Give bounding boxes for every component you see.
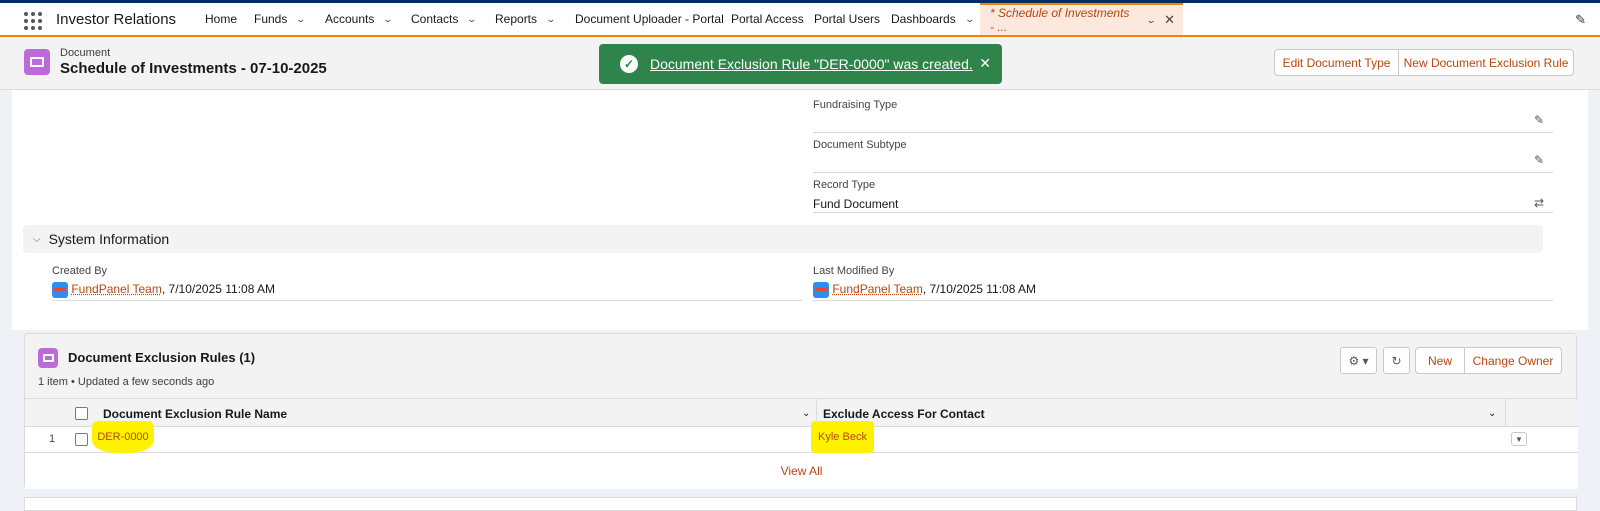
related-list-subtitle: 1 item • Updated a few seconds ago <box>38 376 215 388</box>
document-exclusion-rules-related-list: Document Exclusion Rules (1) 1 item • Up… <box>24 333 1578 489</box>
field-label: Last Modified By <box>813 265 895 277</box>
record-object-type: Document <box>60 47 111 59</box>
document-icon <box>38 348 58 368</box>
edit-nav-icon[interactable]: ✎ <box>1575 12 1586 28</box>
table-header: Document Exclusion Rule Name ⌄ Exclude A… <box>25 398 1578 428</box>
tab-active-record[interactable]: * Schedule of Investments - ... ⌄ ✕ <box>980 3 1183 35</box>
app-launcher-icon[interactable] <box>24 12 42 30</box>
row-checkbox[interactable] <box>75 433 88 446</box>
field-divider <box>813 172 1553 173</box>
page-title: Schedule of Investments - 07-10-2025 <box>60 60 327 77</box>
close-icon[interactable]: ✕ <box>979 55 991 72</box>
field-label: Record Type <box>813 179 876 191</box>
toast-message[interactable]: Document Exclusion Rule "DER-0000" was c… <box>650 56 973 72</box>
change-record-type-icon[interactable]: ⇄ <box>1534 196 1544 210</box>
change-owner-button[interactable]: Change Owner <box>1464 347 1562 374</box>
record-detail-card: Fundraising Type ✎ Document Subtype ✎ Re… <box>12 90 1588 330</box>
user-avatar-icon <box>52 282 68 298</box>
nav-item-funds[interactable]: Funds ⌄ <box>254 3 307 35</box>
chevron-down-icon[interactable]: ⌄ <box>546 14 557 25</box>
view-all-link[interactable]: View All <box>25 453 1578 489</box>
edit-pencil-icon[interactable]: ✎ <box>1534 153 1544 167</box>
fundraising-type-field: Fundraising Type <box>813 99 897 117</box>
nav-item-label: Funds <box>254 12 288 26</box>
column-header-name[interactable]: Document Exclusion Rule Name <box>103 407 287 421</box>
field-divider <box>52 300 802 301</box>
nav-item-reports[interactable]: Reports ⌄ <box>495 3 557 35</box>
chevron-down-icon[interactable]: ⌵ <box>33 234 41 245</box>
nav-item-portal-users[interactable]: Portal Users <box>814 3 880 35</box>
section-title: System Information <box>48 231 170 247</box>
nav-item-accounts[interactable]: Accounts ⌄ <box>325 3 394 35</box>
field-label: Document Subtype <box>813 139 907 151</box>
tab-label: * Schedule of Investments - ... <box>990 6 1130 34</box>
table-row: 1 DER-0000 Kyle Beck ▼ <box>25 421 1578 453</box>
nav-item-label: Accounts <box>325 12 375 26</box>
nav-item-label: Dashboards <box>891 12 956 26</box>
last-modified-date: , 7/10/2025 11:08 AM <box>922 282 1037 297</box>
created-date: , 7/10/2025 11:08 AM <box>161 282 276 297</box>
edit-document-type-button[interactable]: Edit Document Type <box>1274 49 1399 76</box>
document-icon <box>24 49 50 75</box>
chevron-down-icon[interactable]: ⌄ <box>964 14 975 25</box>
success-toast: ✓ Document Exclusion Rule "DER-0000" was… <box>599 44 1002 84</box>
nav-item-label: Home <box>205 12 238 26</box>
record-type-field: Record Type Fund Document <box>813 179 898 211</box>
chevron-down-icon[interactable]: ⌄ <box>296 14 307 25</box>
last-modified-by-field: Last Modified By FundPanel Team, 7/10/20… <box>813 265 1036 298</box>
list-settings-gear-icon[interactable]: ⚙ ▾ <box>1340 347 1377 374</box>
refresh-icon[interactable]: ↻ <box>1383 347 1410 374</box>
new-button[interactable]: New <box>1415 347 1465 374</box>
nav-item-portal-access[interactable]: Portal Access <box>731 3 804 35</box>
nav-item-label: Document Uploader - Portal <box>575 12 724 26</box>
column-divider[interactable] <box>1505 399 1506 428</box>
field-divider <box>813 132 1553 133</box>
chevron-down-icon[interactable]: ⌄ <box>1488 408 1496 419</box>
app-name: Investor Relations <box>56 11 177 28</box>
document-subtype-field: Document Subtype <box>813 139 907 157</box>
field-divider <box>813 212 1553 213</box>
nav-item-dashboards[interactable]: Dashboards ⌄ <box>891 3 975 35</box>
select-all-checkbox[interactable] <box>75 407 88 420</box>
column-header-contact[interactable]: Exclude Access For Contact <box>823 407 985 421</box>
close-icon[interactable]: ✕ <box>1164 12 1175 28</box>
created-by-user-link[interactable]: FundPanel Team <box>71 282 162 296</box>
last-modified-user-link[interactable]: FundPanel Team <box>832 282 923 296</box>
field-value: Fund Document <box>813 197 899 211</box>
nav-item-home[interactable]: Home <box>205 3 237 35</box>
related-list-title[interactable]: Document Exclusion Rules (1) <box>68 350 255 365</box>
row-number: 1 <box>49 433 56 445</box>
created-by-field: Created By FundPanel Team, 7/10/2025 11:… <box>52 265 275 298</box>
record-header: Document Schedule of Investments - 07-10… <box>0 37 1600 90</box>
field-label: Fundraising Type <box>813 99 898 111</box>
nav-item-label: Reports <box>495 12 538 26</box>
nav-item-label: Portal Users <box>814 12 881 26</box>
user-avatar-icon <box>813 282 829 298</box>
global-nav: Investor Relations Home Funds ⌄ Accounts ⌄… <box>0 0 1600 37</box>
nav-item-label: Contacts <box>411 12 459 26</box>
chevron-down-icon[interactable]: ⌄ <box>802 408 810 419</box>
success-check-icon: ✓ <box>620 55 638 73</box>
row-actions-dropdown-icon[interactable]: ▼ <box>1511 432 1527 446</box>
chevron-down-icon[interactable]: ⌄ <box>383 14 394 25</box>
nav-item-contacts[interactable]: Contacts ⌄ <box>411 3 478 35</box>
contact-link[interactable]: Kyle Beck <box>811 421 874 453</box>
system-information-section-header[interactable]: ⌵ System Information <box>23 225 1543 253</box>
field-divider <box>813 300 1553 301</box>
field-label: Created By <box>52 265 108 277</box>
rule-name-link[interactable]: DER-0000 <box>92 421 154 453</box>
chevron-down-icon[interactable]: ⌄ <box>1145 15 1156 26</box>
new-exclusion-rule-button[interactable]: New Document Exclusion Rule <box>1398 49 1574 76</box>
nav-item-document-uploader[interactable]: Document Uploader - Portal <box>575 3 724 35</box>
nav-item-label: Portal Access <box>731 12 804 26</box>
next-card-edge <box>24 497 1577 511</box>
chevron-down-icon[interactable]: ⌄ <box>467 14 478 25</box>
edit-pencil-icon[interactable]: ✎ <box>1534 113 1544 127</box>
